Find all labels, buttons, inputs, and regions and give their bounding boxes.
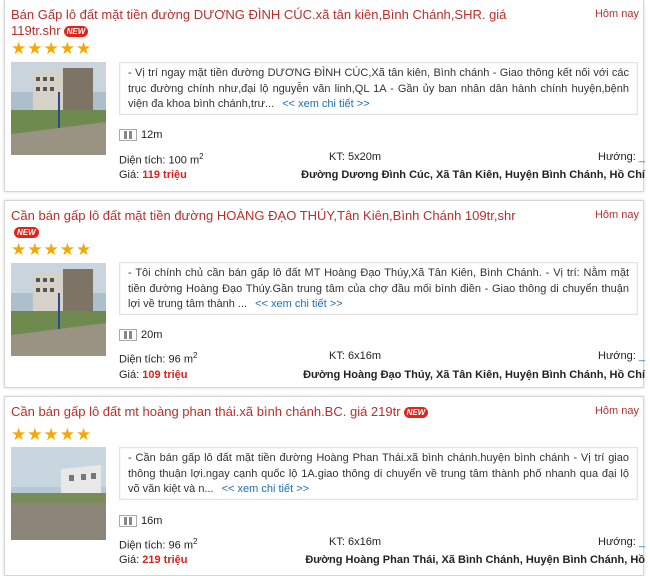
rating-stars: ★★★★★: [11, 39, 93, 58]
view-details-link[interactable]: << xem chi tiết >>: [222, 483, 309, 495]
listing-thumbnail[interactable]: [11, 62, 106, 155]
listing-address: Đường Dương Đình Cúc, Xã Tân Kiên, Huyện…: [301, 169, 645, 181]
road-icon: [119, 515, 137, 527]
listing-address: Đường Hoàng Phan Thái, Xã Bình Chánh, Hu…: [305, 554, 645, 566]
new-badge: NEW: [403, 407, 429, 419]
road-width: 20m: [119, 329, 162, 341]
listing-title[interactable]: Bán Gấp lô đất mặt tiền đường DƯƠNG ĐÌNH…: [11, 7, 531, 39]
listing-date: Hôm nay: [594, 8, 639, 20]
listing-card: Cần bán gấp lô đất mt hoàng phan thái.xã…: [4, 396, 645, 576]
view-details-link[interactable]: << xem chi tiết >>: [255, 298, 342, 310]
price-value: 219 triệu: [142, 554, 188, 566]
price-value: 109 triệu: [142, 369, 188, 381]
listing-date: Hôm nay: [594, 405, 639, 417]
listing-description: - Tôi chính chủ cần bán gấp lô đất MT Ho…: [119, 262, 638, 315]
price-value: 119 triệu: [142, 169, 187, 181]
listing-address: Đường Hoàng Đạo Thúy, Xã Tân Kiên, Huyện…: [303, 369, 645, 381]
listing-title[interactable]: Cần bán gấp lô đất mt hoàng phan thái.xã…: [11, 404, 531, 420]
listing-date: Hôm nay: [594, 209, 639, 221]
listing-card: Bán Gấp lô đất mặt tiền đường DƯƠNG ĐÌNH…: [4, 0, 645, 192]
new-badge: NEW: [63, 26, 89, 38]
road-width: 12m: [119, 129, 162, 141]
rating-stars: ★★★★★: [11, 425, 93, 444]
listing-description: - Cần bán gấp lô đất mặt tiền đường Hoàn…: [119, 447, 638, 500]
rating-stars: ★★★★★: [11, 240, 93, 259]
listing-card: Cần bán gấp lô đất mặt tiền đường HOÀNG …: [4, 200, 645, 388]
road-icon: [119, 329, 137, 341]
listing-thumbnail[interactable]: [11, 263, 106, 356]
view-details-link[interactable]: << xem chi tiết >>: [282, 98, 369, 110]
listing-title[interactable]: Cần bán gấp lô đất mặt tiền đường HOÀNG …: [11, 208, 531, 240]
new-badge: NEW: [14, 227, 39, 239]
listing-thumbnail[interactable]: [11, 447, 106, 540]
road-width: 16m: [119, 515, 162, 527]
road-icon: [119, 129, 137, 141]
listing-description: - Vị trí ngay mặt tiền đường DƯƠNG ĐÌNH …: [119, 62, 638, 115]
